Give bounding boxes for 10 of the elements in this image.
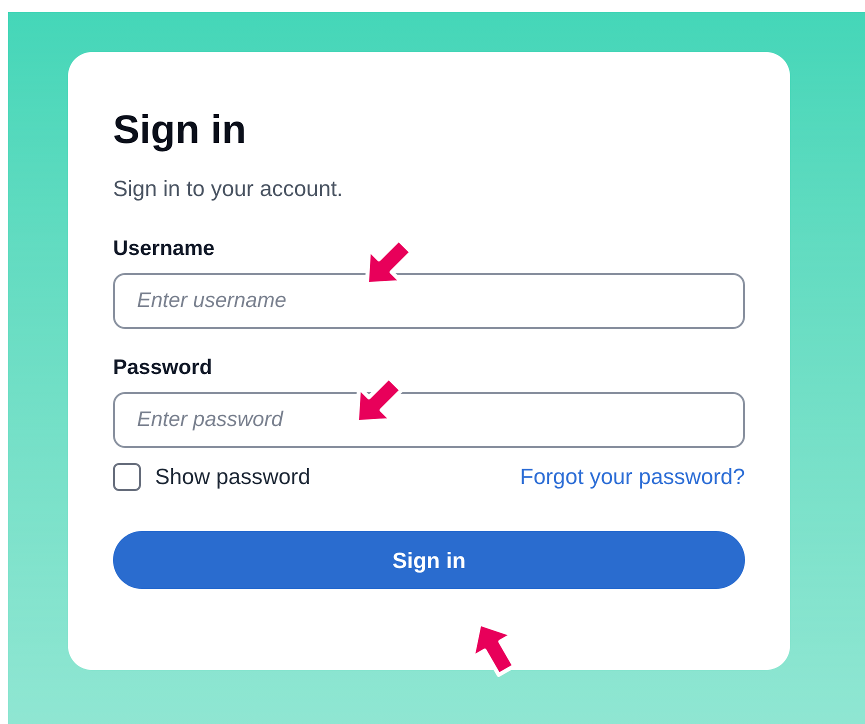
checkbox[interactable] xyxy=(113,462,141,490)
page-title: Sign in xyxy=(113,110,248,150)
input-field[interactable]: Enter password xyxy=(113,392,745,448)
forgot-password-link[interactable]: Forgot your password? xyxy=(520,460,745,493)
checkbox-label: Show password xyxy=(155,463,310,491)
sign-in-button[interactable]: Sign in xyxy=(113,531,745,589)
field-label: Password xyxy=(113,357,214,378)
input-field[interactable]: Enter username xyxy=(113,273,745,329)
subtitle: Sign in to your account. xyxy=(113,178,344,200)
field-label: Username xyxy=(113,238,216,259)
